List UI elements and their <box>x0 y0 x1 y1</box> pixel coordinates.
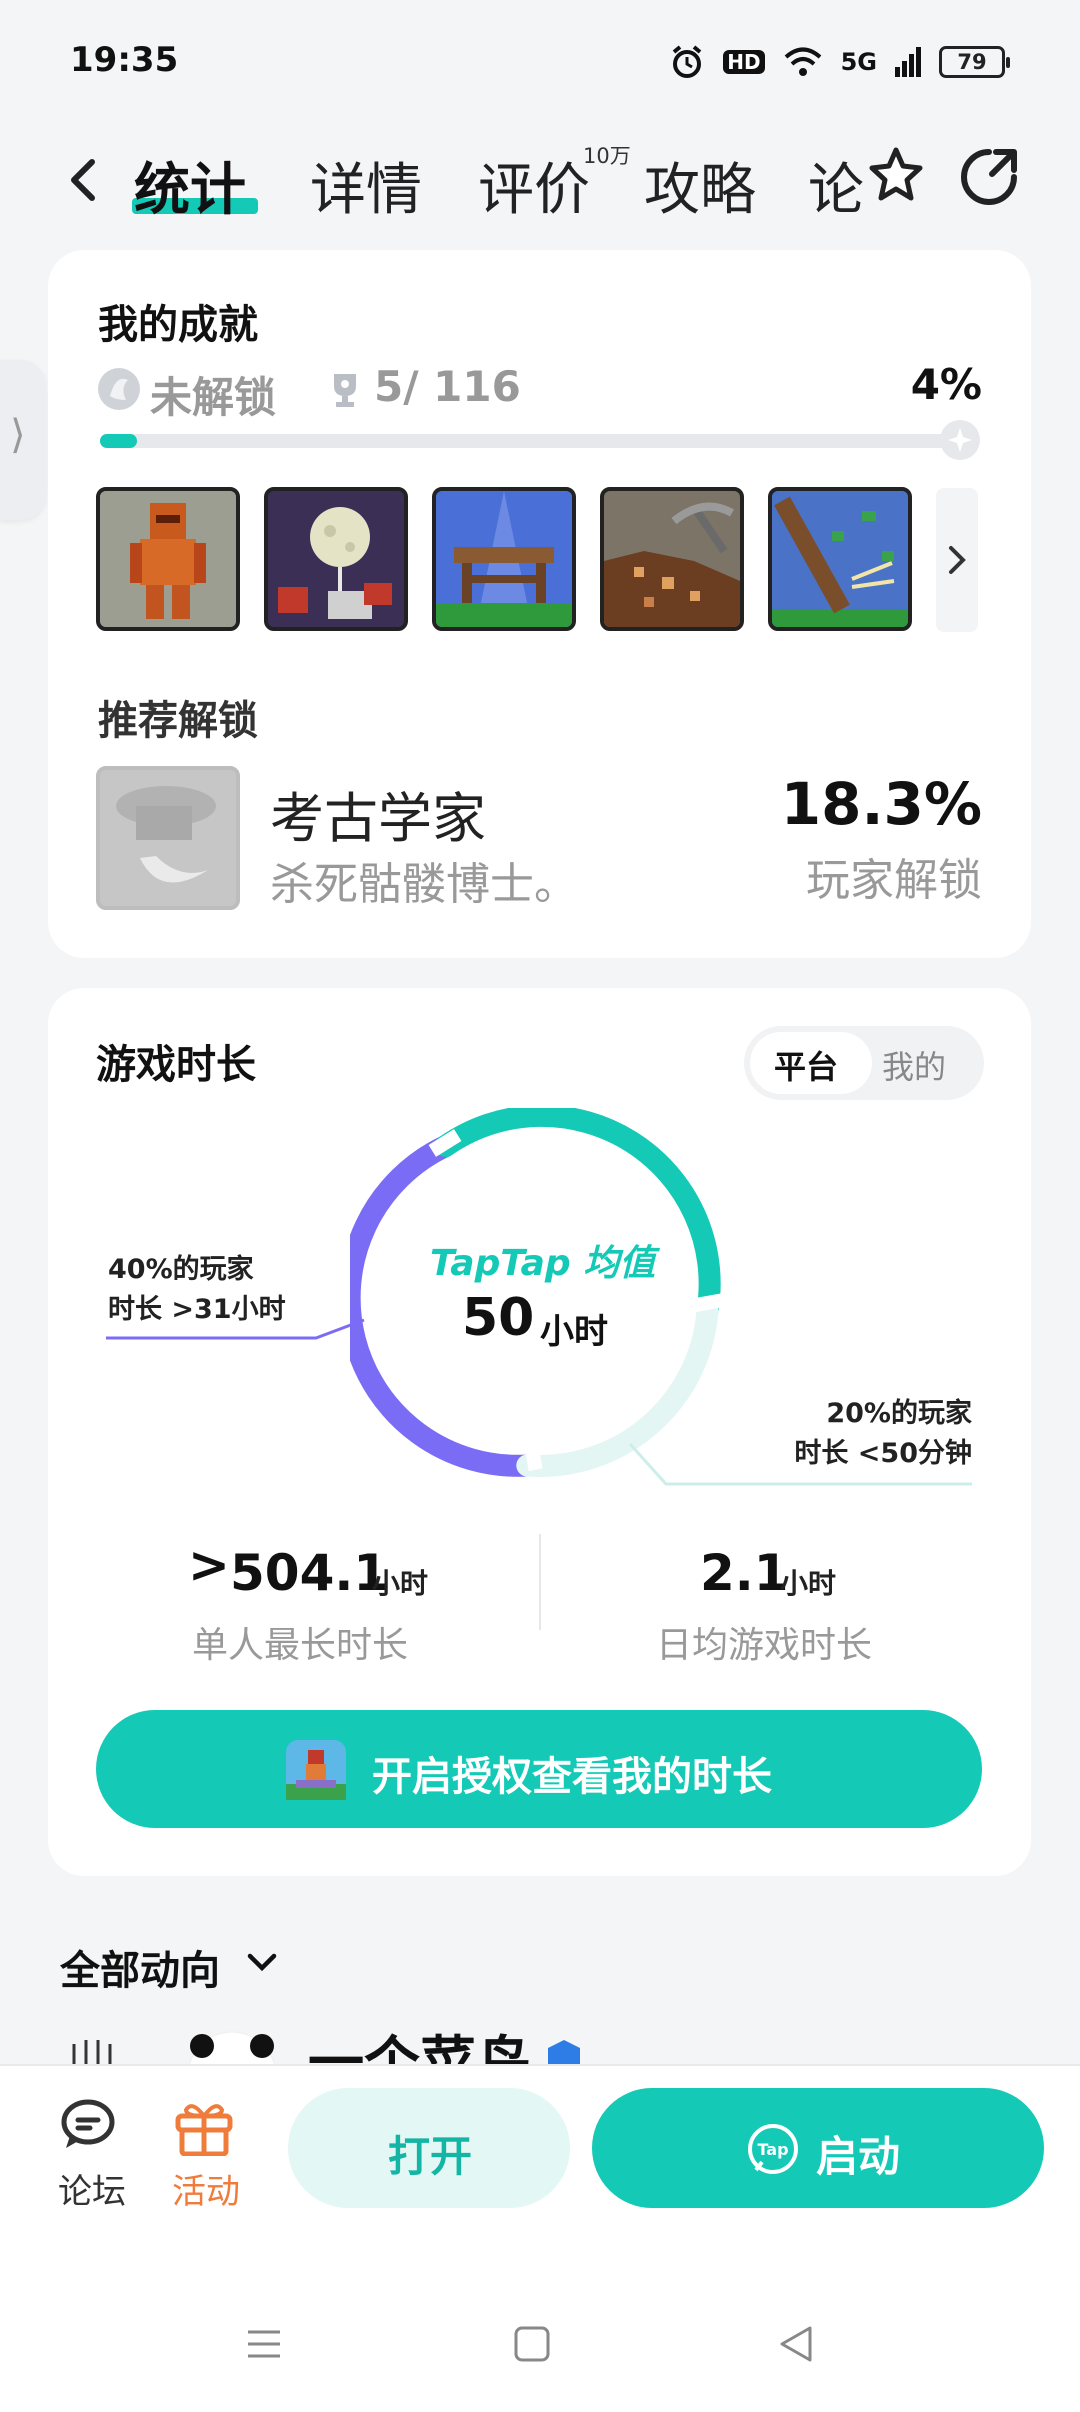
activity-label: 活动 <box>172 2172 240 2212</box>
max-label: 单人最长时长 <box>192 1625 409 1666</box>
progress-percent: 4% <box>910 360 982 409</box>
right-note-line1: 20%的玩家 <box>826 1398 972 1429</box>
tab-stats[interactable]: 统计 <box>134 145 246 226</box>
progress-fill <box>100 434 138 448</box>
feed-icon-partial <box>68 2040 128 2064</box>
playtime-ring-chart <box>350 1108 721 1477</box>
alarm-icon <box>672 45 702 78</box>
open-button-label: 打开 <box>388 2132 473 2181</box>
ring-value: 50 <box>462 1288 535 1348</box>
progress-end-trophy-icon <box>940 420 980 460</box>
trophy-icon <box>334 374 356 407</box>
toggle-platform[interactable]: 平台 <box>774 1042 838 1088</box>
tab-forum[interactable]: 论 <box>808 145 864 226</box>
stats-divider <box>539 1534 541 1630</box>
daily-value: 2.1 <box>700 1544 789 1602</box>
home-nav-icon[interactable] <box>512 2324 552 2364</box>
gift-icon <box>175 2104 233 2157</box>
achievements-title: 我的成就 <box>98 302 258 348</box>
share-icon[interactable] <box>958 146 1020 208</box>
game-app-icon <box>286 1740 346 1800</box>
max-value: 504.1 <box>230 1544 389 1602</box>
max-unit: 小时 <box>372 1567 429 1600</box>
favorite-star-icon[interactable] <box>862 142 930 210</box>
achievements-more-button[interactable] <box>936 488 978 632</box>
launch-button-label: 启动 <box>816 2132 901 2181</box>
recommended-percent-label: 玩家解锁 <box>806 855 982 906</box>
back-icon[interactable] <box>60 150 110 210</box>
max-prefix: > <box>188 1536 230 1594</box>
recommended-name: 考古学家 <box>270 787 486 850</box>
activity-nav-item[interactable]: 活动 <box>172 2098 244 2212</box>
achievement-thumb-tree[interactable] <box>768 487 912 631</box>
recommend-title: 推荐解锁 <box>98 698 258 744</box>
toggle-mine[interactable]: 我的 <box>882 1042 946 1088</box>
forum-nav-item[interactable]: 论坛 <box>58 2098 128 2212</box>
status-bar: 19:35 HD 5G 79 <box>0 0 1080 120</box>
side-drawer-handle[interactable]: ⟩ <box>0 360 46 520</box>
forum-label: 论坛 <box>58 2172 126 2212</box>
menu-nav-icon[interactable] <box>244 2324 284 2364</box>
hd-icon: HD <box>723 50 765 74</box>
network-icon: 5G <box>840 48 877 76</box>
open-button[interactable]: 打开 <box>288 2088 570 2208</box>
signal-icon <box>895 47 921 77</box>
chevron-right-icon: ⟩ <box>10 412 26 458</box>
verified-badge-icon <box>548 2040 580 2064</box>
daily-label: 日均游戏时长 <box>656 1625 873 1666</box>
taptap-logo-icon: Tap <box>748 2124 798 2174</box>
chevron-right-icon <box>949 546 966 574</box>
feed-avatar[interactable] <box>186 2030 278 2064</box>
right-note-leader-line <box>628 1442 972 1486</box>
left-note-leader-line <box>106 1318 365 1340</box>
achievement-thumb-ore[interactable] <box>600 487 744 631</box>
achievement-thumb-armor[interactable] <box>96 487 240 631</box>
ring-unit: 小时 <box>540 1312 608 1352</box>
platform-mine-toggle: 平台 我的 <box>744 1026 984 1100</box>
achievement-thumb-workbench[interactable] <box>432 487 576 631</box>
forum-icon <box>61 2099 115 2148</box>
locked-label: 未解锁 <box>150 373 277 422</box>
wifi-icon <box>784 47 821 76</box>
authorize-playtime-button[interactable]: 开启授权查看我的时长 <box>96 1710 982 1828</box>
authorize-button-label: 开启授权查看我的时长 <box>372 1754 772 1800</box>
daily-unit: 小时 <box>780 1567 837 1600</box>
recommended-desc: 杀死骷髅博士。 <box>270 859 578 910</box>
tab-reviews[interactable]: 评价 <box>478 145 590 226</box>
ring-title: TapTap 均值 <box>430 1243 656 1284</box>
chevron-down-icon[interactable] <box>244 1948 280 1976</box>
status-icons: HD 5G 79 <box>669 40 1010 84</box>
playtime-title: 游戏时长 <box>96 1042 256 1088</box>
svg-text:Tap: Tap <box>757 2140 788 2159</box>
achievement-thumb-moon[interactable] <box>264 487 408 631</box>
recommended-achievement-icon[interactable] <box>96 766 240 910</box>
launch-button[interactable]: Tap 启动 <box>592 2088 1044 2208</box>
progress-count: 5/ 116 <box>374 362 521 411</box>
recommended-percent: 18.3% <box>780 770 982 838</box>
locked-trophy-icon <box>98 368 140 410</box>
feed-author-name[interactable]: 一个菜鸟 <box>308 2024 532 2064</box>
battery-icon: 79 <box>939 46 1010 78</box>
status-time: 19:35 <box>70 40 179 80</box>
back-nav-icon[interactable] <box>776 2324 816 2364</box>
progress-track <box>100 434 972 448</box>
feed-filter-title[interactable]: 全部动向 <box>60 1938 220 1996</box>
left-note-line1: 40%的玩家 <box>108 1254 254 1285</box>
review-count-badge: 10万 <box>583 144 631 168</box>
tab-details[interactable]: 详情 <box>310 145 422 226</box>
tab-guides[interactable]: 攻略 <box>644 145 756 226</box>
